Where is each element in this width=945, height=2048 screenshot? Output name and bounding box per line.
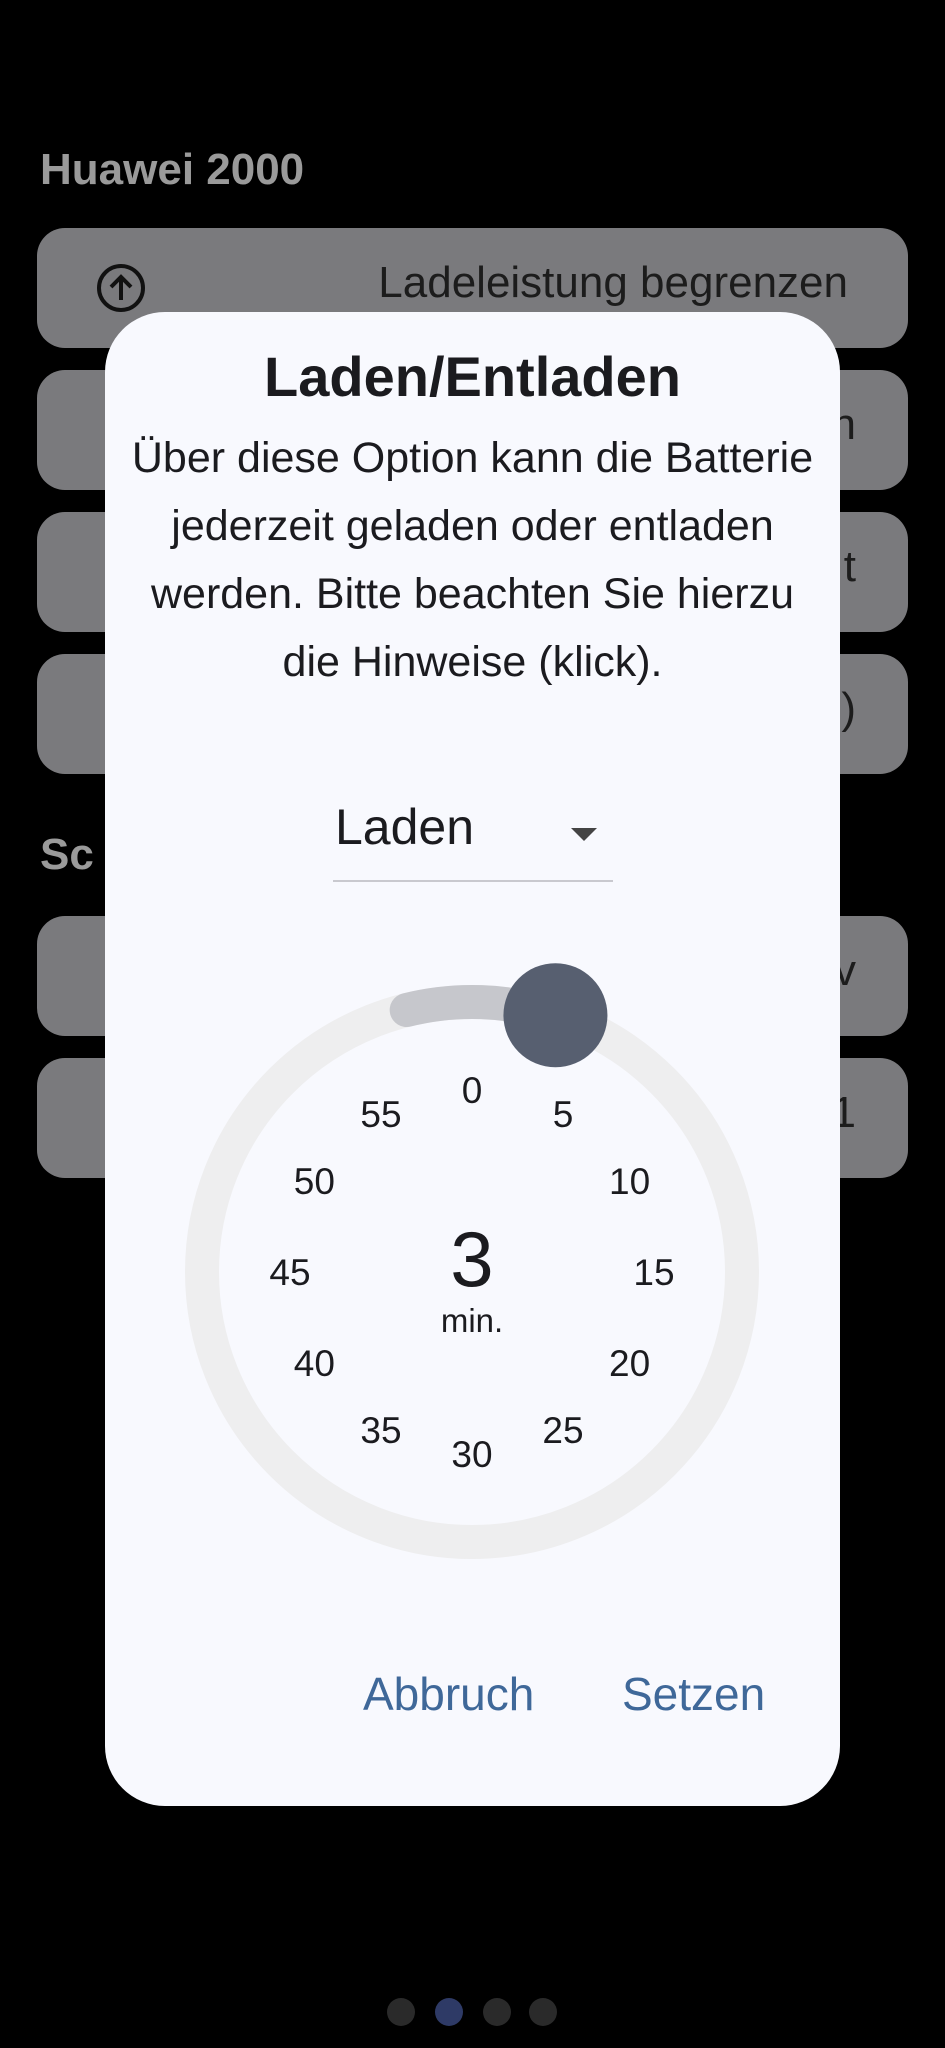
- page-dot[interactable]: [387, 1998, 415, 2026]
- tick-label: 10: [609, 1161, 651, 1202]
- tick-label: 55: [360, 1094, 402, 1136]
- dial-knob[interactable]: [503, 963, 608, 1068]
- tick-label: 15: [633, 1252, 675, 1293]
- section-title: Sc: [40, 830, 94, 879]
- tick-label: 35: [360, 1409, 402, 1451]
- card-label: Ladeleistung begrenzen: [378, 258, 848, 307]
- timer-value: 3: [450, 1215, 494, 1303]
- tick-label: 25: [542, 1409, 584, 1451]
- tick-label: 45: [269, 1252, 311, 1293]
- tick-label: 5: [552, 1094, 574, 1136]
- timer-unit: min.: [440, 1302, 504, 1339]
- tick-label: 40: [293, 1343, 335, 1384]
- page-dot[interactable]: [529, 1998, 557, 2026]
- tick-label: 0: [461, 1070, 483, 1111]
- page-dot[interactable]: [483, 1998, 511, 2026]
- tick-label: 30: [451, 1434, 493, 1475]
- cancel-button[interactable]: Abbruch: [363, 1667, 534, 1721]
- device-title: Huawei 2000: [40, 145, 305, 194]
- page-dot-active[interactable]: [435, 1998, 463, 2026]
- charge-discharge-dialog: Laden/Entladen Über diese Option kann di…: [105, 312, 840, 1806]
- tick-label: 20: [609, 1343, 651, 1384]
- tick-label: 50: [293, 1161, 335, 1202]
- card-label: t: [843, 542, 856, 591]
- set-button[interactable]: Setzen: [622, 1667, 765, 1721]
- timer-dial[interactable]: [105, 312, 840, 1806]
- card-label: ): [841, 684, 856, 733]
- arrow-up-circle-icon: [97, 264, 145, 312]
- page-indicator: [0, 1998, 945, 2028]
